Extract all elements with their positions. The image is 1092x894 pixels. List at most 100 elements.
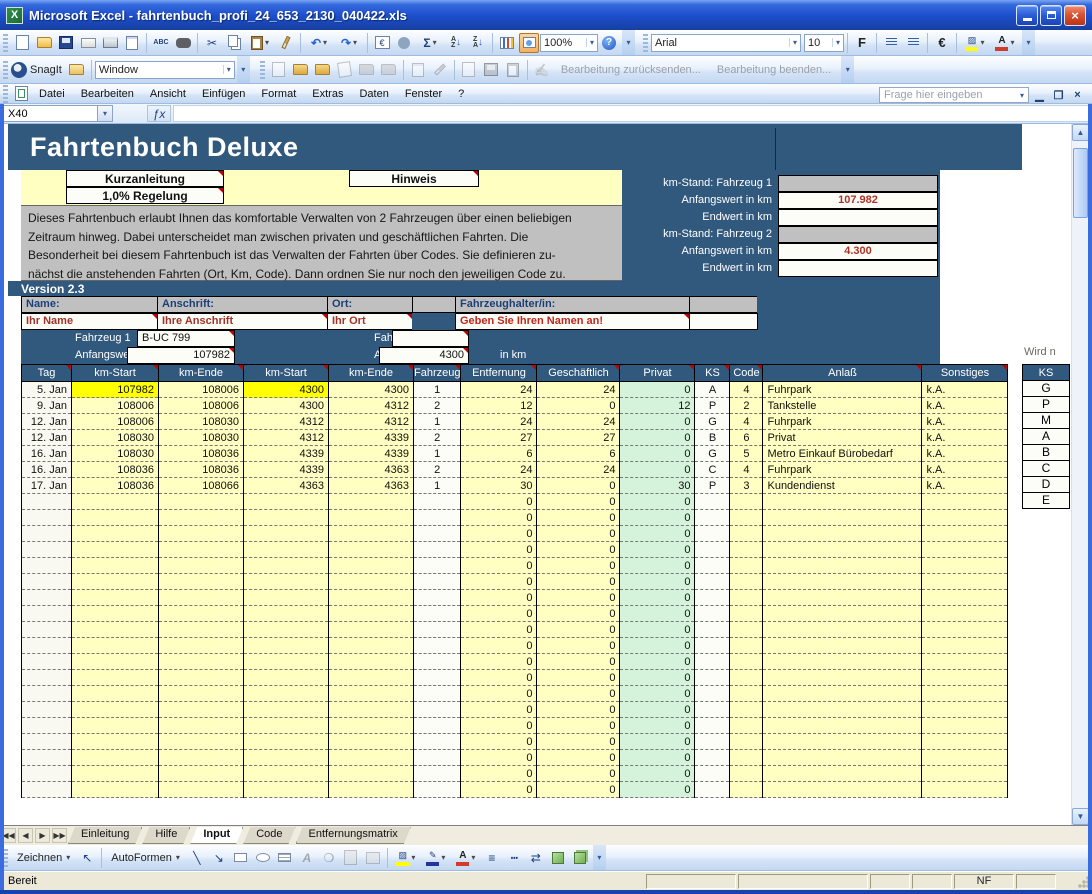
cell[interactable]: 24: [537, 382, 620, 398]
cell[interactable]: 0: [537, 750, 620, 766]
cell[interactable]: Kundendienst: [763, 478, 922, 494]
cell[interactable]: 4312: [329, 398, 414, 414]
cell[interactable]: [22, 542, 72, 558]
insert-function-button[interactable]: ƒx: [147, 105, 171, 122]
cell[interactable]: k.A.: [922, 398, 1008, 414]
cell[interactable]: 0: [620, 670, 695, 686]
cell[interactable]: 4312: [244, 414, 329, 430]
arrow-icon[interactable]: ↘: [209, 848, 229, 868]
cell[interactable]: P: [695, 398, 730, 414]
cell[interactable]: 0: [461, 734, 537, 750]
cell[interactable]: [329, 606, 414, 622]
research-icon[interactable]: [173, 33, 193, 53]
cell[interactable]: 108030: [72, 430, 159, 446]
cell[interactable]: Tankstelle: [763, 398, 922, 414]
next-sheet-button[interactable]: ▶: [35, 828, 50, 843]
cell[interactable]: [329, 766, 414, 782]
cell[interactable]: [922, 734, 1008, 750]
cell[interactable]: [72, 574, 159, 590]
cell[interactable]: 4: [730, 414, 763, 430]
zoom-select[interactable]: 100%▾: [540, 34, 598, 52]
cell[interactable]: [763, 510, 922, 526]
cell[interactable]: [159, 766, 244, 782]
hyperlink-icon[interactable]: [394, 33, 414, 53]
cell[interactable]: 0: [461, 718, 537, 734]
sheet-tab[interactable]: Code: [243, 827, 295, 844]
cell[interactable]: 24: [461, 382, 537, 398]
cell[interactable]: 0: [537, 494, 620, 510]
cell[interactable]: [414, 510, 461, 526]
toolbar-options-chevron[interactable]: ▾: [237, 56, 250, 83]
cell[interactable]: [159, 526, 244, 542]
cell[interactable]: [72, 590, 159, 606]
cell[interactable]: [329, 718, 414, 734]
cell[interactable]: [922, 622, 1008, 638]
cell[interactable]: 0: [537, 782, 620, 798]
cell[interactable]: 2: [730, 398, 763, 414]
cell[interactable]: [329, 686, 414, 702]
cell[interactable]: [763, 670, 922, 686]
cell[interactable]: 1: [414, 414, 461, 430]
review-show-comment-icon[interactable]: [335, 60, 355, 80]
cell[interactable]: [22, 718, 72, 734]
cell[interactable]: 0: [620, 462, 695, 478]
cell[interactable]: [329, 526, 414, 542]
cell[interactable]: 0: [537, 654, 620, 670]
header-cell[interactable]: Anlaß: [763, 365, 922, 382]
cell[interactable]: k.A.: [922, 462, 1008, 478]
cell[interactable]: [763, 750, 922, 766]
ks-legend-cell[interactable]: D: [1022, 477, 1070, 493]
cell[interactable]: [22, 558, 72, 574]
cell[interactable]: [414, 558, 461, 574]
cell[interactable]: 0: [461, 782, 537, 798]
toolbar-grip[interactable]: [3, 61, 8, 79]
cell[interactable]: 0: [620, 382, 695, 398]
cell[interactable]: C: [695, 462, 730, 478]
cell[interactable]: 0: [537, 734, 620, 750]
cell[interactable]: [72, 782, 159, 798]
oval-icon[interactable]: [253, 848, 273, 868]
cell[interactable]: 24: [537, 414, 620, 430]
cell[interactable]: [329, 590, 414, 606]
select-objects-icon[interactable]: ↖: [77, 848, 97, 868]
help-icon[interactable]: ?: [599, 33, 619, 53]
cell[interactable]: [159, 702, 244, 718]
review-save-version-icon[interactable]: [481, 60, 501, 80]
cell[interactable]: [159, 590, 244, 606]
cell[interactable]: [72, 766, 159, 782]
cell[interactable]: [414, 638, 461, 654]
cell[interactable]: [414, 734, 461, 750]
owner-value-cell[interactable]: Ihr Ort: [327, 313, 413, 330]
owner-label-cell[interactable]: Fahrzeughalter/in:: [455, 296, 690, 313]
review-show-all-icon[interactable]: [357, 60, 377, 80]
cell[interactable]: 108036: [159, 462, 244, 478]
new-icon[interactable]: [12, 33, 32, 53]
cell[interactable]: [922, 766, 1008, 782]
cell[interactable]: [922, 638, 1008, 654]
menu-item[interactable]: ?: [450, 86, 472, 102]
vehicle1-plate-box[interactable]: B-UC 799: [137, 330, 235, 347]
vehicle2-plate-box[interactable]: [392, 330, 469, 347]
ks-legend-cell[interactable]: C: [1022, 461, 1070, 477]
cell[interactable]: [22, 702, 72, 718]
cell[interactable]: 0: [620, 414, 695, 430]
cell[interactable]: 0: [620, 782, 695, 798]
cell[interactable]: [329, 670, 414, 686]
textbox-icon[interactable]: [275, 848, 295, 868]
cell[interactable]: [695, 526, 730, 542]
cell[interactable]: [414, 782, 461, 798]
copy-icon[interactable]: [224, 33, 244, 53]
cell[interactable]: [414, 718, 461, 734]
cell[interactable]: 107982: [72, 382, 159, 398]
vehicle2-start-box[interactable]: 4300: [379, 347, 469, 364]
cell[interactable]: [730, 766, 763, 782]
toolbar-grip[interactable]: [3, 34, 8, 52]
cell[interactable]: 108006: [159, 382, 244, 398]
cell[interactable]: [159, 622, 244, 638]
cell[interactable]: P: [695, 478, 730, 494]
cell[interactable]: [72, 622, 159, 638]
cell[interactable]: 3: [730, 478, 763, 494]
cell[interactable]: 5. Jan: [22, 382, 72, 398]
cell[interactable]: 2: [414, 398, 461, 414]
cell[interactable]: [329, 638, 414, 654]
